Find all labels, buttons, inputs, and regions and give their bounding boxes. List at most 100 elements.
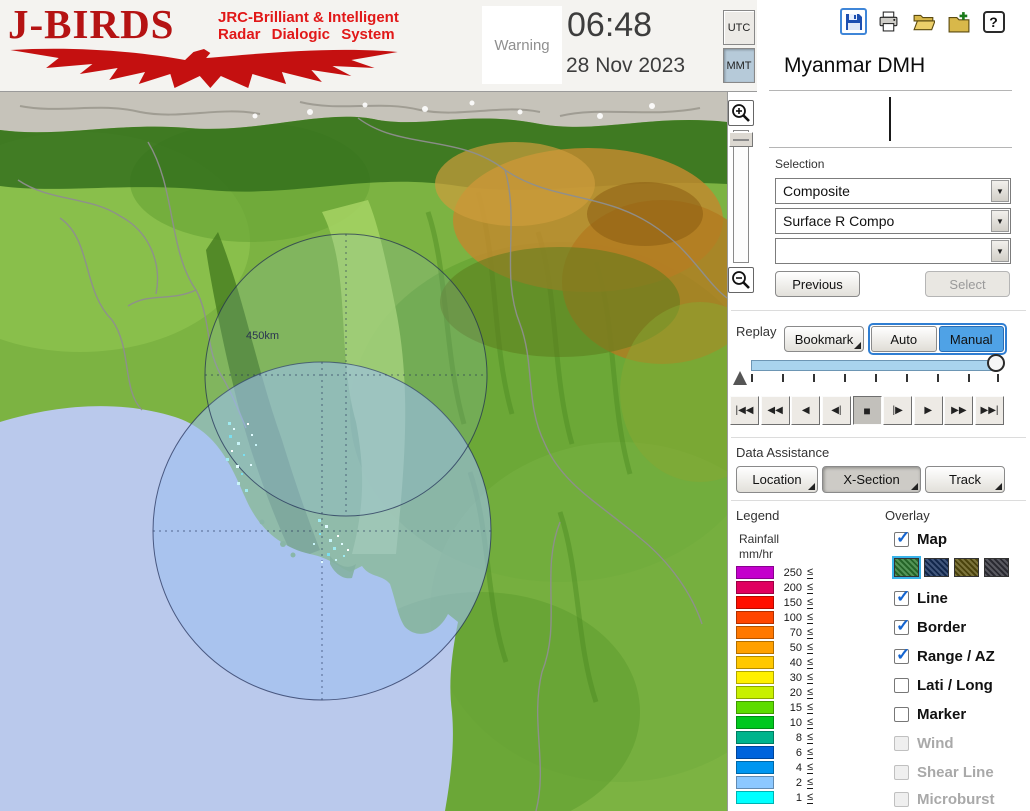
warning-indicator[interactable]: Warning (482, 6, 562, 84)
map-style-swatch-navy[interactable] (924, 558, 949, 577)
zoom-slider[interactable] (733, 130, 749, 263)
map-style-swatch-olive[interactable] (954, 558, 979, 577)
track-button[interactable]: Track (925, 466, 1005, 493)
overlay-item-label: Marker (917, 706, 967, 723)
save-icon (845, 13, 862, 30)
bookmark-button[interactable]: Bookmark (784, 326, 864, 352)
manual-mode-button[interactable]: Manual (938, 326, 1004, 352)
legend-value: 70 (789, 626, 802, 639)
lte-symbol: ≤ (807, 685, 814, 699)
timezone-mmt-button[interactable]: MMT (723, 48, 755, 83)
play-forward-button[interactable]: |▶ (883, 396, 913, 425)
location-button[interactable]: Location (736, 466, 818, 493)
legend-rainfall-label: Rainfall (739, 532, 780, 546)
legend-value: 150 (783, 596, 802, 609)
previous-button[interactable]: Previous (775, 271, 860, 297)
legend-row: 1 ≤ (736, 791, 814, 804)
auto-mode-button[interactable]: Auto (871, 326, 937, 352)
info-textarea[interactable] (769, 92, 1012, 146)
map-checkbox[interactable]: ✓ (894, 528, 910, 547)
stop-button[interactable]: ■ (852, 396, 882, 425)
divider (731, 310, 1026, 311)
data-assistance-label: Data Assistance (736, 445, 830, 460)
check-icon: ✓ (896, 587, 911, 606)
selection-section-label: Selection (775, 157, 825, 171)
map-style-swatch-green[interactable] (892, 556, 921, 579)
lte-symbol: ≤ (807, 625, 814, 639)
legend-row: 8 ≤ (736, 731, 814, 744)
timeline-tick (968, 374, 970, 382)
lati-long-checkbox[interactable] (894, 678, 909, 693)
border-checkbox[interactable]: ✓ (894, 616, 910, 635)
station-name: Myanmar DMH (784, 54, 926, 77)
timeline-thumb[interactable] (987, 354, 1005, 372)
product-dropdown[interactable]: Surface R Compo ▼ (775, 208, 1011, 234)
zoom-in-button[interactable] (728, 100, 754, 126)
overlay-item-label: Lati / Long (917, 677, 993, 694)
shear-line-checkbox (894, 765, 909, 780)
divider (769, 147, 1012, 148)
app-logo-title: J-BIRDS (8, 1, 175, 47)
overlay-item-label: Map (917, 531, 947, 548)
save-button[interactable] (840, 8, 867, 35)
step-back-button[interactable]: ◀ (791, 396, 821, 425)
legend-value: 100 (783, 611, 802, 624)
timezone-utc-button[interactable]: UTC (723, 10, 755, 45)
timeline-tick (844, 374, 846, 382)
legend-row: 150 ≤ (736, 596, 814, 609)
header: J-BIRDS JRC-Brilliant & Intelligent Rada… (0, 0, 757, 92)
legend-row: 20 ≤ (736, 685, 814, 699)
lte-symbol: ≤ (807, 760, 814, 774)
fast-forward-button[interactable]: ▶▶ (944, 396, 974, 425)
chevron-down-icon[interactable]: ▼ (991, 210, 1009, 232)
legend-row: 10 ≤ (736, 716, 814, 729)
legend-value: 40 (789, 656, 802, 669)
clock-date: 28 Nov 2023 (566, 54, 686, 77)
marker-checkbox[interactable] (894, 707, 909, 722)
radar-map-canvas[interactable]: 450km (0, 92, 727, 811)
open-file-button[interactable] (910, 8, 937, 35)
export-icon (948, 11, 969, 32)
sub-product-dropdown[interactable]: ▼ (775, 238, 1011, 264)
legend-swatch (736, 791, 774, 804)
timeline-tick (875, 374, 877, 382)
zoom-in-icon (732, 104, 750, 122)
line-checkbox[interactable]: ✓ (894, 587, 910, 606)
overlay-item-shear-line: Shear Line (894, 764, 994, 781)
timeline-tick (937, 374, 939, 382)
chevron-down-icon[interactable]: ▼ (991, 240, 1009, 262)
map-style-swatch-charcoal[interactable] (984, 558, 1009, 577)
dropdown-value: Surface R Compo (783, 213, 895, 229)
overlay-section-label: Overlay (885, 508, 930, 523)
zoom-slider-thumb[interactable] (729, 132, 753, 147)
legend-value: 20 (789, 686, 802, 699)
zoom-out-button[interactable] (728, 267, 754, 293)
lte-symbol: ≤ (807, 610, 814, 624)
export-button[interactable] (945, 8, 972, 35)
replay-mode-toggle: Auto Manual (868, 323, 1007, 355)
lte-symbol: ≤ (807, 655, 814, 669)
chevron-down-icon[interactable]: ▼ (991, 180, 1009, 202)
legend-value: 6 (795, 746, 802, 759)
play-backward-button[interactable]: ◀| (821, 396, 851, 425)
replay-timeline-slider[interactable] (751, 360, 999, 371)
x-section-button[interactable]: X-Section (822, 466, 921, 493)
legend-row: 250 ≤ (736, 566, 814, 579)
help-icon: ? (982, 10, 1005, 33)
range-az-checkbox[interactable]: ✓ (894, 645, 910, 664)
microburst-checkbox (894, 792, 909, 807)
select-button[interactable]: Select (925, 271, 1010, 297)
fast-rewind-button[interactable]: ◀◀ (760, 396, 790, 425)
legend-value: 30 (789, 671, 802, 684)
logo-subtitle-line1: JRC-Brilliant & Intelligent (218, 9, 399, 26)
lte-symbol: ≤ (807, 700, 814, 714)
composite-dropdown[interactable]: Composite ▼ (775, 178, 1011, 204)
open-folder-icon (912, 14, 935, 30)
skip-to-end-button[interactable]: ▶▶| (975, 396, 1004, 425)
step-forward-button[interactable]: ▶ (913, 396, 943, 425)
lte-symbol: ≤ (807, 670, 814, 684)
legend-row: 6 ≤ (736, 746, 814, 759)
skip-to-start-button[interactable]: |◀◀ (730, 396, 759, 425)
print-button[interactable] (875, 8, 902, 35)
help-button[interactable]: ? (980, 8, 1007, 35)
